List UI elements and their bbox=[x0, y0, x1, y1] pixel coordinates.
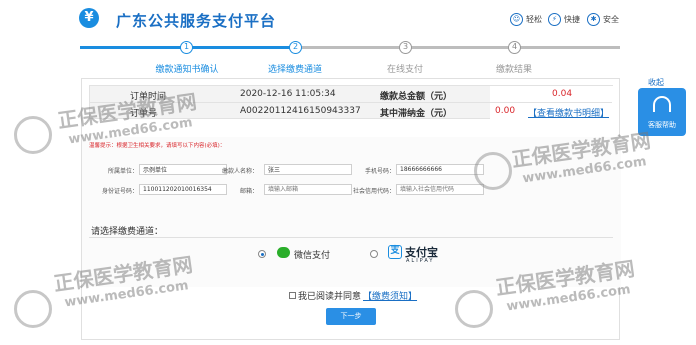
phone-label: 手机号码： bbox=[364, 168, 395, 175]
payment-card: 订单时间 2020-12-16 11:05:34 缴款总金额（元） 0.04 订… bbox=[81, 78, 621, 340]
next-step-button[interactable]: 下一步 bbox=[326, 308, 376, 325]
step-3-circle: 3 bbox=[399, 41, 412, 54]
payment-section-title: 请选择缴费通道： bbox=[91, 227, 164, 237]
alipay-sub-label: ALIPAY bbox=[406, 258, 435, 264]
headset-icon bbox=[653, 96, 671, 112]
header-feature-safe: ✱ 安全 bbox=[587, 13, 619, 26]
step-1-circle: 1 bbox=[180, 41, 193, 54]
payer-label: 缴款人名称： bbox=[221, 168, 258, 175]
yen-logo-icon: ¥ bbox=[79, 8, 99, 28]
total-amount-label: 缴款总金额（元） bbox=[380, 92, 453, 102]
header-feature-label: 轻松 bbox=[526, 15, 542, 24]
agree-checkbox[interactable] bbox=[289, 292, 296, 299]
total-amount-value: 0.04 bbox=[552, 89, 573, 99]
order-row-number: 订单号 A00220112416150943337 其中滞纳金（元） 0.00 … bbox=[90, 103, 612, 120]
agree-text: 我已阅读并同意 bbox=[298, 292, 362, 302]
shield-icon: ✱ bbox=[587, 13, 600, 26]
id-label: 身份证号码： bbox=[101, 188, 138, 195]
step-2-label: 选择缴费通道 bbox=[267, 65, 322, 75]
step-4-label: 缴款结果 bbox=[495, 65, 532, 75]
header-feature-label: 安全 bbox=[603, 15, 619, 24]
email-label: 邮箱： bbox=[239, 188, 258, 195]
header-feature-fast: ⚡ 快捷 bbox=[548, 13, 580, 26]
site-title: 广东公共服务支付平台 bbox=[116, 12, 277, 30]
form-area bbox=[82, 137, 621, 287]
phone-input[interactable] bbox=[396, 164, 484, 175]
credit-code-input[interactable] bbox=[396, 184, 484, 195]
agreement-row: 我已阅读并同意 【缴费须知】 bbox=[289, 289, 417, 302]
view-detail-link[interactable]: 【查看缴款书明细】 bbox=[528, 106, 609, 119]
order-row-time: 订单时间 2020-12-16 11:05:34 缴款总金额（元） 0.04 bbox=[90, 86, 612, 103]
help-label: 客服帮助 bbox=[648, 121, 676, 129]
payment-notice-link[interactable]: 【缴费须知】 bbox=[363, 289, 417, 302]
step-2-circle: 2 bbox=[289, 41, 302, 54]
bolt-icon: ⚡ bbox=[548, 13, 561, 26]
header: ¥ 广东公共服务支付平台 ☺ 轻松 ⚡ 快捷 ✱ 安全 bbox=[0, 0, 696, 40]
late-fee-value: 0.00 bbox=[495, 106, 516, 116]
late-fee-label: 其中滞纳金（元） bbox=[380, 109, 453, 119]
alipay-icon: 支 bbox=[388, 245, 402, 259]
smile-icon: ☺ bbox=[510, 13, 523, 26]
watermark-logo-icon bbox=[14, 116, 52, 154]
unit-label: 所属单位： bbox=[107, 168, 138, 175]
step-1-label: 缴款通知书确认 bbox=[155, 65, 219, 75]
order-no-value: A00220112416150943337 bbox=[240, 106, 361, 116]
credit-code-label: 社会信用代码： bbox=[352, 188, 395, 195]
order-summary: 订单时间 2020-12-16 11:05:34 缴款总金额（元） 0.04 订… bbox=[89, 85, 614, 120]
wechat-radio[interactable] bbox=[258, 250, 266, 258]
order-time-value: 2020-12-16 11:05:34 bbox=[240, 89, 336, 99]
header-feature-label: 快捷 bbox=[564, 15, 580, 24]
required-tip: 温馨提示：根据卫生相关要求，请填写以下内容(必填)： bbox=[89, 143, 226, 149]
order-no-label: 订单号 bbox=[130, 109, 158, 119]
watermark-logo-icon bbox=[14, 290, 52, 328]
step-4-circle: 4 bbox=[508, 41, 521, 54]
header-feature-easy: ☺ 轻松 bbox=[510, 13, 542, 26]
alipay-radio[interactable] bbox=[370, 250, 378, 258]
wechat-label[interactable]: 微信支付 bbox=[294, 248, 330, 261]
wechat-icon bbox=[277, 247, 290, 258]
customer-help-button[interactable]: 客服帮助 bbox=[638, 88, 686, 136]
section-divider bbox=[89, 237, 613, 238]
step-bar-todo bbox=[295, 46, 620, 49]
step-3-label: 在线支付 bbox=[386, 65, 423, 75]
progress-steps: 1 2 3 4 缴款通知书确认 选择缴费通道 在线支付 缴款结果 bbox=[80, 40, 620, 76]
order-time-label: 订单时间 bbox=[130, 92, 167, 102]
